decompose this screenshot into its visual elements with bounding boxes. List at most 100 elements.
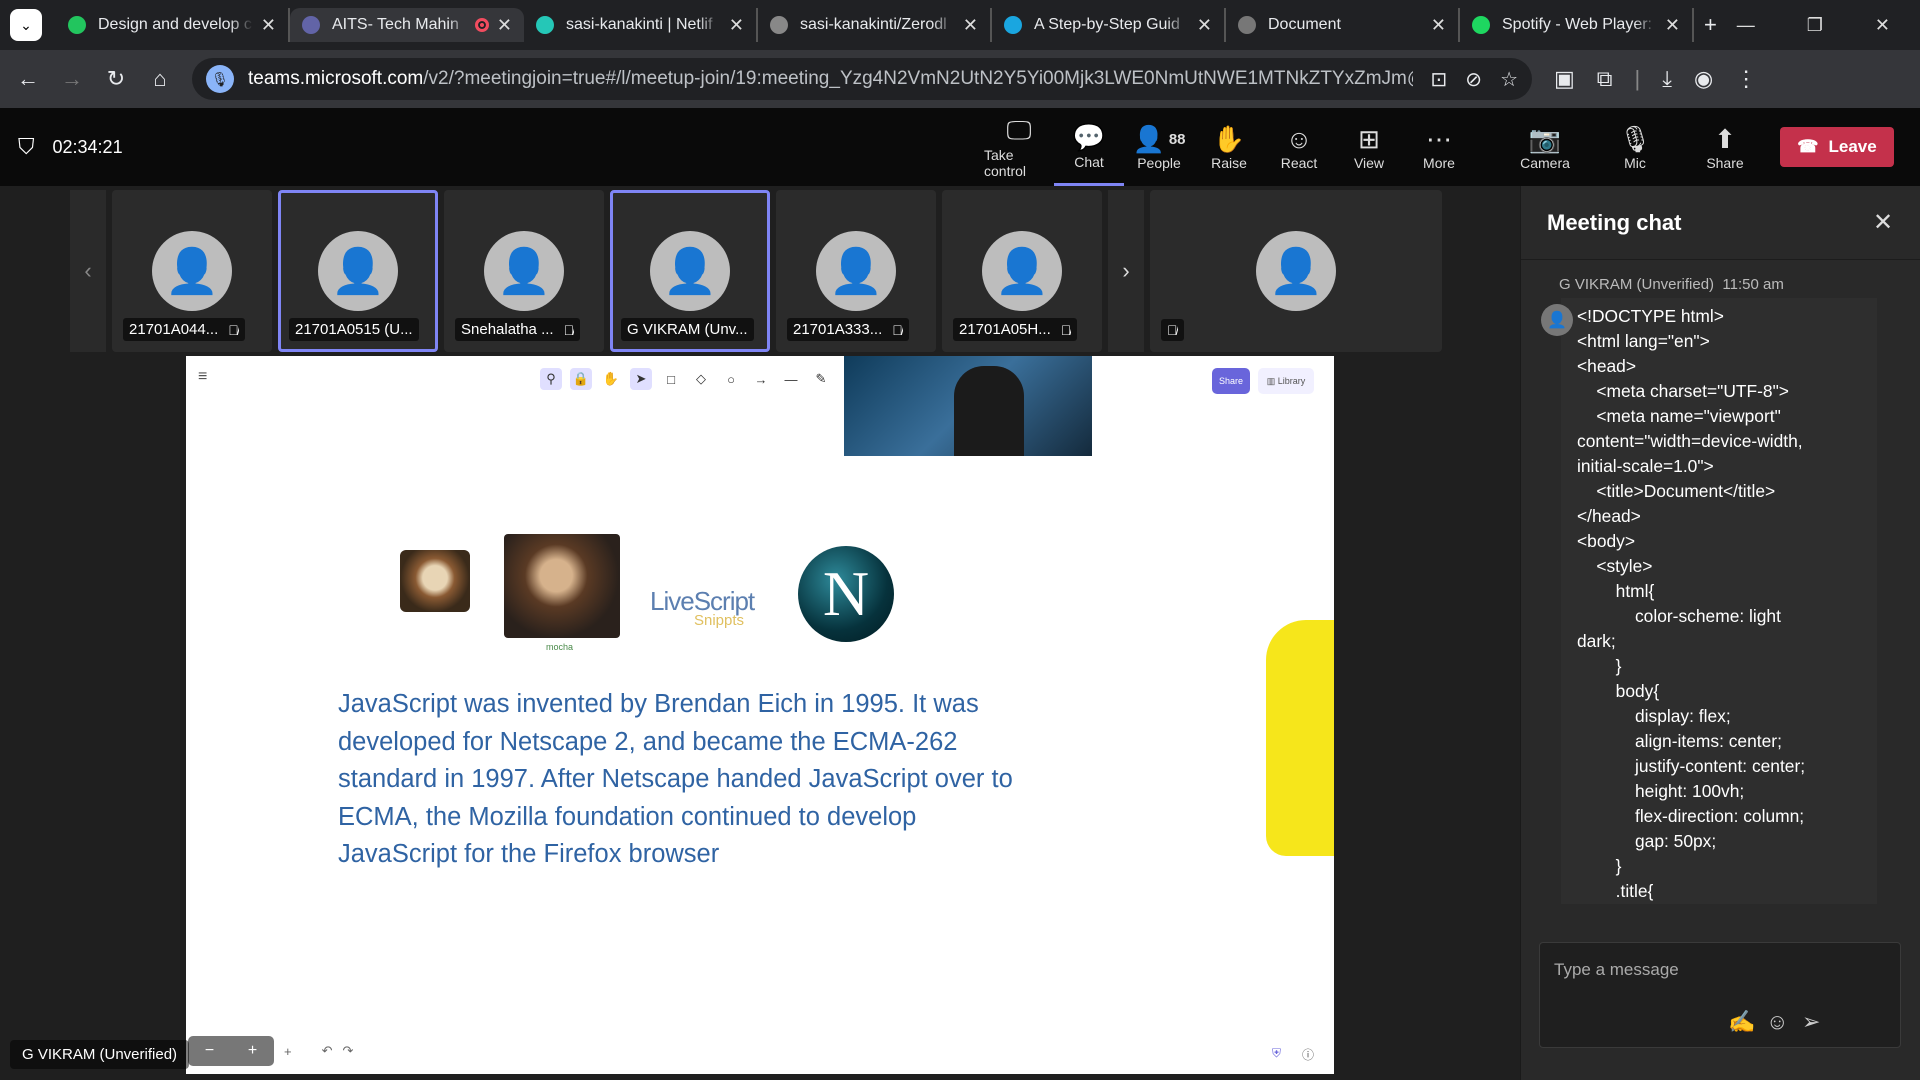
undo-icon[interactable]: ↶ <box>322 1043 333 1059</box>
zoom-controls: − + + ↶ ↷ <box>188 1036 353 1066</box>
avatar: 👤 <box>152 231 232 311</box>
close-tab-icon[interactable]: ✕ <box>963 15 978 36</box>
arrow-tool-icon[interactable]: → <box>750 368 772 390</box>
strip-next-button[interactable]: › <box>1108 190 1144 352</box>
hand-tool-icon[interactable]: ✋ <box>600 368 622 390</box>
leave-button[interactable]: ☎ Leave <box>1780 127 1894 167</box>
tool-more[interactable]: ⋯ More <box>1404 108 1474 186</box>
tab-search-icon[interactable]: ⌄ <box>10 9 42 41</box>
close-tab-icon[interactable]: ✕ <box>261 15 276 36</box>
zoom-plus-icon[interactable]: + <box>284 1044 292 1059</box>
participant-name: 21701A333... <box>793 321 883 338</box>
tool-view[interactable]: ⊞ View <box>1334 108 1404 186</box>
tab-title: A Step-by-Step Guid <box>1034 16 1180 33</box>
close-window-icon[interactable]: ✕ <box>1875 15 1890 36</box>
book-icon: ▥ <box>1266 375 1278 386</box>
tool-share[interactable]: ⬆ Share <box>1690 108 1760 186</box>
rectangle-tool-icon[interactable]: □ <box>660 368 682 390</box>
tool-camera[interactable]: 📷 Camera <box>1510 108 1580 186</box>
download-icon[interactable]: ⤓ <box>1662 66 1672 92</box>
compose-box: ✍ ☺ ➢ <box>1539 942 1901 1048</box>
tool-chat[interactable]: 💬 Chat <box>1054 108 1124 186</box>
mic-off-icon: 🎙̸ <box>1060 321 1072 338</box>
browser-tab[interactable]: Spotify - Web Player: ✕ <box>1460 8 1694 42</box>
divider: | <box>1634 66 1641 91</box>
participant-tile[interactable]: 👤 Snehalatha ... 🎙̸ <box>444 190 604 352</box>
install-app-icon[interactable]: ⊡ <box>1431 67 1448 92</box>
tool-raise[interactable]: ✋ Raise <box>1194 108 1264 186</box>
reload-icon[interactable]: ↻ <box>94 66 138 92</box>
message-input[interactable] <box>1554 957 1884 983</box>
library-lock-icon[interactable]: ⚲ <box>540 368 562 390</box>
extension-icon[interactable]: ▣ <box>1554 66 1575 92</box>
browser-tab[interactable]: Document ✕ <box>1226 8 1460 42</box>
pencil-tool-icon[interactable]: ✎ <box>810 368 832 390</box>
participant-tile[interactable]: 👤 21701A333... 🎙̸ <box>776 190 936 352</box>
address-bar[interactable]: 🎙 teams.microsoft.com/v2/?meetingjoin=tr… <box>192 58 1532 100</box>
puzzle-icon[interactable]: ⧉ <box>1597 66 1613 92</box>
whiteboard-share-button[interactable]: Share <box>1212 368 1250 394</box>
tool-people[interactable]: 👤 88 People <box>1124 108 1194 186</box>
browser-tab[interactable]: sasi-kanakinti | Netlif ✕ <box>524 8 758 42</box>
browser-menu-icon[interactable]: ⋮ <box>1735 66 1757 92</box>
strip-prev-button[interactable]: ‹ <box>70 190 106 352</box>
people-count: 88 <box>1168 130 1186 148</box>
format-icon[interactable]: ✍ <box>1728 1009 1755 1035</box>
participant-strip: ‹ 👤 21701A044... 🎙̸ 👤 21701A0515 (U... 👤 Sneha… <box>70 190 1442 352</box>
zoom-in-icon[interactable]: + <box>248 1042 257 1060</box>
close-tab-icon[interactable]: ✕ <box>1197 15 1212 36</box>
line-tool-icon[interactable]: — <box>780 368 802 390</box>
ellipse-tool-icon[interactable]: ○ <box>720 368 742 390</box>
forward-icon[interactable]: → <box>50 66 94 92</box>
tool-take-control[interactable]: 🖵 Take control <box>984 108 1054 186</box>
chat-message[interactable]: <!DOCTYPE html> <html lang="en"> <head> … <box>1561 298 1877 904</box>
new-tab-button[interactable]: + <box>1704 12 1717 38</box>
browser-tab[interactable]: Design and develop c ✕ <box>56 8 290 42</box>
minimize-icon[interactable]: — <box>1737 15 1755 36</box>
help-icon[interactable]: ⓘ <box>1302 1046 1314 1063</box>
leave-label: Leave <box>1828 137 1877 156</box>
back-icon[interactable]: ← <box>6 66 50 92</box>
participant-name: 21701A05H... <box>959 321 1051 338</box>
microphone-in-use-icon[interactable]: 🎙 <box>206 65 234 93</box>
participant-tile[interactable]: 👤 21701A05H... 🎙̸ <box>942 190 1102 352</box>
diamond-tool-icon[interactable]: ◇ <box>690 368 712 390</box>
tile-name: 21701A044... 🎙̸ <box>123 318 245 341</box>
close-tab-icon[interactable]: ✕ <box>729 15 744 36</box>
phone-hangup-icon: ☎ <box>1797 137 1819 156</box>
library-button[interactable]: ▥ Library <box>1258 368 1314 394</box>
bookmark-star-icon[interactable]: ☆ <box>1500 67 1518 92</box>
browser-tab[interactable]: sasi-kanakinti/Zerodl ✕ <box>758 8 992 42</box>
participant-tile[interactable]: 👤 21701A0515 (U... <box>278 190 438 352</box>
lock-icon[interactable]: 🔒 <box>570 368 592 390</box>
restore-icon[interactable]: ❐ <box>1807 15 1823 36</box>
close-tab-icon[interactable]: ✕ <box>497 15 512 36</box>
close-icon[interactable]: ✕ <box>1873 208 1893 237</box>
zoom-widget[interactable]: − + <box>188 1036 274 1066</box>
url-text: teams.microsoft.com/v2/?meetingjoin=true… <box>248 68 1413 89</box>
hamburger-menu-icon[interactable]: ≡ <box>198 368 222 392</box>
home-icon[interactable]: ⌂ <box>138 66 182 92</box>
tool-label: View <box>1353 155 1385 171</box>
redo-icon[interactable]: ↷ <box>343 1043 354 1059</box>
browser-tab[interactable]: AITS- Tech Mahin ✕ <box>290 8 524 42</box>
browser-tab[interactable]: A Step-by-Step Guid ✕ <box>992 8 1226 42</box>
send-icon[interactable]: ➢ <box>1802 1009 1820 1035</box>
participant-tile[interactable]: 👤 G VIKRAM (Unv... <box>610 190 770 352</box>
close-tab-icon[interactable]: ✕ <box>1431 15 1446 36</box>
tool-label: Share <box>1706 155 1744 171</box>
profile-avatar[interactable]: ◉ <box>1694 66 1713 92</box>
tile-name: 🎙̸ <box>1161 319 1184 341</box>
participant-tile[interactable]: 👤 21701A044... 🎙̸ <box>112 190 272 352</box>
tool-mic[interactable]: 🎙 Mic <box>1600 108 1670 186</box>
selection-tool-icon[interactable]: ➤ <box>630 368 652 390</box>
image-caption: mocha <box>546 642 574 652</box>
close-tab-icon[interactable]: ✕ <box>1665 15 1680 36</box>
emoji-icon[interactable]: ☺ <box>1766 1009 1788 1035</box>
zoom-out-icon[interactable]: − <box>205 1042 214 1060</box>
participant-tile-overflow[interactable]: 👤 🎙̸ <box>1150 190 1442 352</box>
encryption-shield-icon: ⛨ <box>1272 1046 1282 1060</box>
eye-slash-icon[interactable]: ⊘ <box>1465 67 1482 92</box>
tab-title: sasi-kanakinti | Netlif <box>566 16 713 33</box>
tool-react[interactable]: ☺ React <box>1264 108 1334 186</box>
